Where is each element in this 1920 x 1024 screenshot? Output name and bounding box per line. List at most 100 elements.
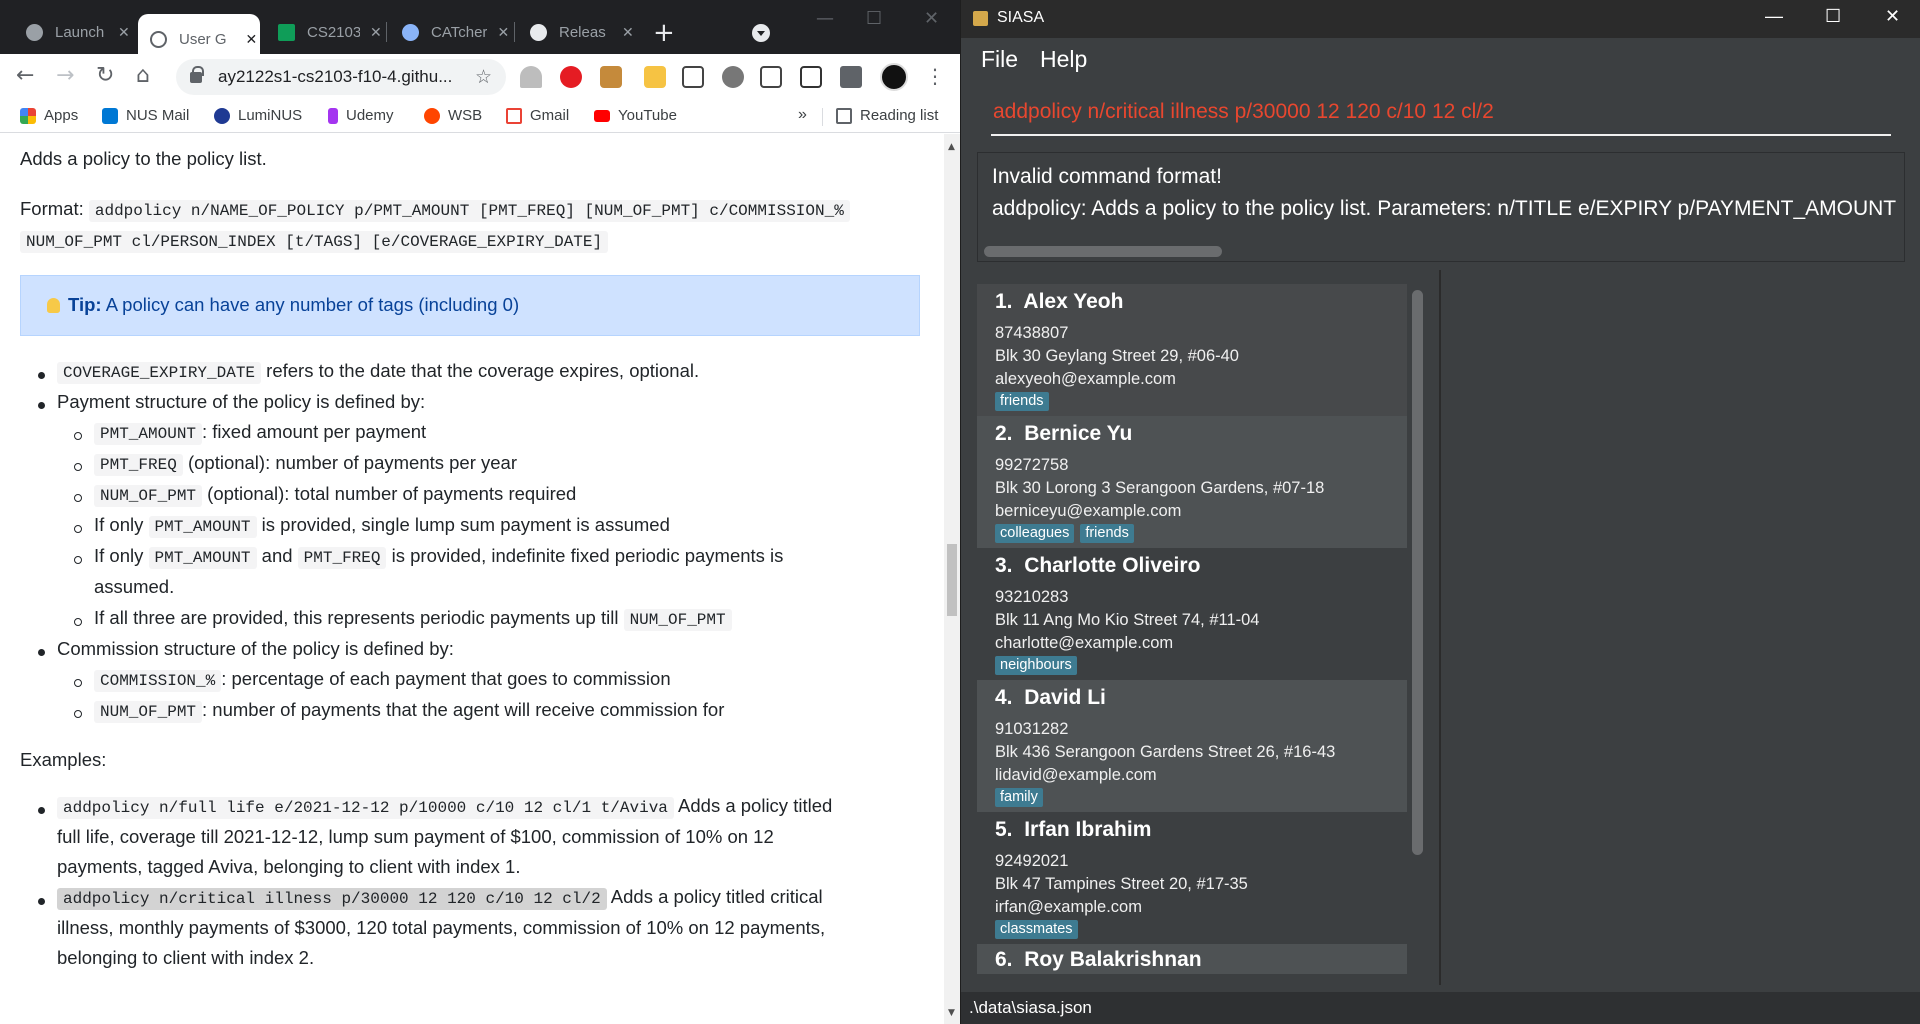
command-input[interactable]: addpolicy n/critical illness p/30000 12 … [991, 96, 1891, 136]
format-code: addpolicy n/NAME_OF_POLICY p/PMT_AMOUNT … [88, 200, 850, 222]
adblock-icon[interactable] [560, 66, 582, 88]
home-icon[interactable]: ⌂ [136, 64, 150, 88]
maximize-icon[interactable]: ☐ [866, 8, 882, 29]
capture-icon[interactable] [800, 66, 822, 88]
examples-heading: Examples: [20, 749, 107, 770]
puzzle-icon[interactable] [840, 66, 862, 88]
tab-launch[interactable]: Launch ✕ [14, 14, 132, 50]
extension-icon[interactable] [722, 66, 744, 88]
new-tab-button[interactable]: + [653, 18, 675, 48]
extension-icon[interactable] [760, 66, 782, 88]
list-item: PMT_AMOUNT: fixed amount per payment [94, 421, 426, 445]
window-title: SIASA [997, 9, 1045, 26]
list-scrollbar[interactable] [1412, 290, 1423, 855]
close-icon[interactable]: ✕ [368, 24, 384, 41]
tip-label: Tip: [68, 294, 102, 315]
forward-icon[interactable]: → [56, 64, 74, 88]
siasa-window: SIASA — ☐ ✕ File Help addpolicy n/critic… [960, 0, 1920, 1024]
page-scrollbar[interactable]: ▲ ▼ [944, 134, 960, 1024]
close-window-icon[interactable]: ✕ [1885, 6, 1900, 27]
bookmark-luminus[interactable]: LumiNUS [214, 107, 302, 124]
tag-badge: classmates [995, 920, 1078, 939]
person-card[interactable]: 2. Bernice Yu 99272758 Blk 30 Lorong 3 S… [977, 416, 1407, 548]
minimize-icon[interactable]: — [816, 8, 834, 29]
list-item: PMT_FREQ (optional): number of payments … [94, 452, 517, 476]
result-line: Invalid command format! [992, 165, 1222, 188]
back-icon[interactable]: ← [16, 64, 34, 88]
scroll-up-icon[interactable]: ▲ [948, 142, 955, 152]
person-card[interactable]: 1. Alex Yeoh 87438807 Blk 30 Geylang Str… [977, 284, 1407, 416]
menu-file[interactable]: File [981, 46, 1018, 73]
result-display: Invalid command format! addpolicy: Adds … [977, 152, 1905, 262]
extension-icon[interactable] [644, 66, 666, 88]
reddit-icon [424, 107, 440, 124]
extension-icon[interactable] [520, 66, 542, 88]
profile-avatar[interactable] [880, 63, 908, 91]
horizontal-scrollbar[interactable] [984, 246, 1222, 257]
example-item-continuation: full life, coverage till 2021-12-12, lum… [57, 826, 774, 847]
catcher-icon [402, 23, 419, 41]
lock-icon [190, 65, 204, 83]
close-icon[interactable]: ✕ [495, 24, 512, 41]
person-card[interactable]: 4. David Li 91031282 Blk 436 Serangoon G… [977, 680, 1407, 812]
maximize-icon[interactable]: ☐ [1825, 6, 1841, 27]
browser-toolbar: ← → ↻ ⌂ ay2122s1-cs2103-f10-4.githu... ☆… [0, 54, 960, 100]
command-box: addpolicy n/critical illness p/30000 12 … [961, 82, 1920, 148]
format-code: NUM_OF_PMT cl/PERSON_INDEX [t/TAGS] [e/C… [20, 231, 609, 253]
scrollbar-thumb[interactable] [947, 544, 957, 616]
more-bookmarks-button[interactable]: » [798, 106, 807, 124]
tab-cs2103[interactable]: CS2103 ✕ [266, 14, 384, 50]
close-window-icon[interactable]: ✕ [924, 8, 939, 29]
reload-icon[interactable]: ↻ [96, 64, 114, 88]
tab-catcher[interactable]: CATcher ✕ [390, 14, 512, 50]
menu-help[interactable]: Help [1040, 46, 1087, 73]
bookmark-udemy[interactable]: Udemy [328, 107, 394, 124]
udemy-icon [328, 107, 338, 124]
tab-separator [386, 22, 387, 42]
sub-bullet [74, 525, 82, 533]
close-icon[interactable]: ✕ [116, 24, 132, 41]
person-card[interactable]: 3. Charlotte Oliveiro 93210283 Blk 11 An… [977, 548, 1407, 680]
reading-list-button[interactable]: Reading list [836, 107, 938, 124]
person-card[interactable]: 5. Irfan Ibrahim 92492021 Blk 47 Tampine… [977, 812, 1407, 944]
luminus-icon [214, 107, 230, 124]
address-bar[interactable]: ay2122s1-cs2103-f10-4.githu... ☆ [176, 59, 506, 95]
more-menu-icon[interactable]: ⋮ [925, 64, 945, 88]
tag-badge: friends [995, 392, 1049, 411]
screenshot-icon[interactable] [682, 66, 704, 88]
tab-search-button[interactable] [752, 24, 770, 42]
list-item: COMMISSION_%: percentage of each payment… [94, 668, 671, 692]
list-item-continuation: assumed. [94, 576, 175, 597]
minimize-icon[interactable]: — [1765, 6, 1783, 27]
bullet [38, 402, 45, 409]
example-code-selected[interactable]: addpolicy n/critical illness p/30000 12 … [57, 888, 607, 910]
example-code: addpolicy n/full life e/2021-12-12 p/100… [57, 797, 674, 819]
tag-badge: colleagues [995, 524, 1075, 543]
url-text: ay2122s1-cs2103-f10-4.githu... [218, 67, 453, 86]
close-icon[interactable]: ✕ [243, 31, 260, 48]
bookmark-gmail[interactable]: Gmail [506, 107, 569, 124]
format-line-2: NUM_OF_PMT cl/PERSON_INDEX [t/TAGS] [e/C… [20, 229, 609, 253]
bookmark-nus-mail[interactable]: NUS Mail [102, 107, 189, 124]
close-icon[interactable]: ✕ [620, 24, 636, 41]
tab-releases[interactable]: Releas ✕ [518, 14, 636, 50]
example-item: addpolicy n/full life e/2021-12-12 p/100… [57, 795, 832, 819]
bookmark-youtube[interactable]: YouTube [594, 107, 677, 124]
reading-list-icon [836, 107, 852, 124]
list-item: Commission structure of the policy is de… [57, 638, 454, 659]
sub-bullet [74, 679, 82, 687]
scroll-down-icon[interactable]: ▼ [948, 1008, 955, 1018]
list-item: NUM_OF_PMT (optional): total number of p… [94, 483, 576, 507]
sub-bullet [74, 556, 82, 564]
tag-badge: family [995, 788, 1043, 807]
menu-bar: File Help [961, 38, 1920, 82]
tag-badge: neighbours [995, 656, 1077, 675]
bullet [38, 898, 45, 905]
person-card[interactable]: 6. Roy Balakrishnan [977, 944, 1407, 974]
list-item: Payment structure of the policy is defin… [57, 391, 426, 412]
bookmark-wsb[interactable]: WSB [424, 107, 482, 124]
extension-icon[interactable] [600, 66, 622, 88]
bookmark-apps[interactable]: Apps [20, 107, 78, 124]
bookmark-star-icon[interactable]: ☆ [475, 66, 492, 89]
bullet [38, 372, 45, 379]
